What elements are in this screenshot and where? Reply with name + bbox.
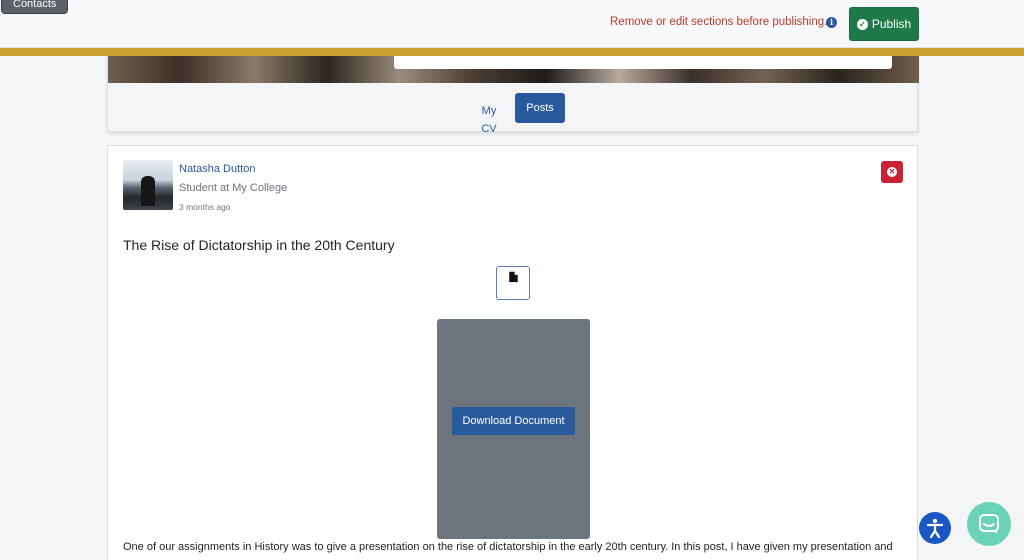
document-attachment-button[interactable] [496,266,530,300]
profile-info-panel [394,56,892,69]
accessibility-icon [926,518,944,539]
author-role: Student at My College [179,182,288,194]
chat-icon [979,514,999,534]
check-circle-icon: ✓ [856,18,868,30]
tab-posts[interactable]: Posts [515,93,565,123]
accessibility-button[interactable] [919,512,951,544]
author-name[interactable]: Natasha Dutton [179,163,255,175]
publish-label: Publish [871,17,912,31]
info-icon[interactable]: i [826,17,837,28]
publish-warning-text: Remove or edit sections before publishin… [610,16,828,28]
publish-button[interactable]: ✓ Publish [849,7,919,41]
avatar[interactable] [123,160,173,210]
avatar-figure [141,176,155,206]
chat-launcher-button[interactable] [967,502,1011,546]
contacts-tab[interactable]: Contacts [1,0,69,14]
document-preview: Download Document [437,319,590,539]
top-bar: Contacts Remove or edit sections before … [0,0,1024,48]
post-title: The Rise of Dictatorship in the 20th Cen… [123,237,395,253]
tab-my-cv[interactable]: My CV [474,102,504,135]
post-timestamp: 3 months ago [179,202,231,212]
post-card: Natasha Dutton Student at My College 3 m… [107,145,918,560]
file-icon [509,271,518,283]
gold-divider [0,48,1024,56]
close-circle-icon: ✕ [887,167,897,177]
download-document-button[interactable]: Download Document [452,407,575,435]
post-body-text: One of our assignments in History was to… [123,541,893,553]
delete-post-button[interactable]: ✕ [881,161,903,183]
profile-header-card: My CV Posts [107,56,919,135]
